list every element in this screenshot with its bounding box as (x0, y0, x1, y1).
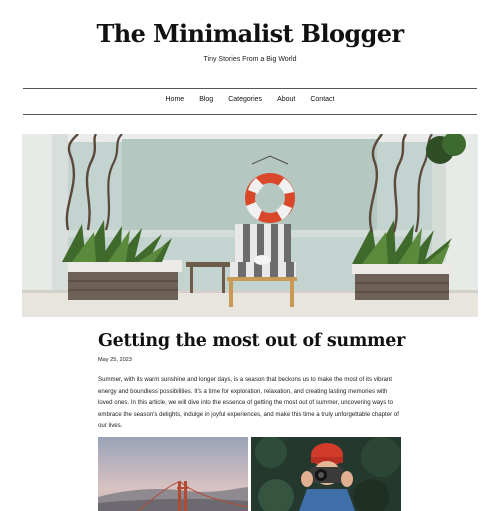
post-title[interactable]: Getting the most out of summer (98, 331, 405, 351)
gallery-photo-camera[interactable] (251, 437, 401, 511)
hero-image[interactable] (22, 134, 478, 317)
patio-lounge-chair-lifebuoy-photo (22, 134, 478, 317)
gallery-photo-bridge[interactable] (98, 437, 248, 511)
nav-bottom-rule (23, 114, 477, 115)
nav-item-home[interactable]: Home (166, 96, 185, 103)
nav-item-categories[interactable]: Categories (228, 96, 262, 103)
woman-with-camera-photo (251, 437, 401, 511)
nav-item-contact[interactable]: Contact (310, 96, 334, 103)
nav-item-about[interactable]: About (277, 96, 295, 103)
nav-item-blog[interactable]: Blog (199, 96, 213, 103)
post-date: May 25, 2023 (98, 357, 132, 363)
nav-top-rule (23, 88, 477, 89)
main-nav: Home Blog Categories About Contact (0, 96, 500, 103)
site-title[interactable]: The Minimalist Blogger (0, 19, 500, 48)
post-excerpt: Summer, with its warm sunshine and longe… (98, 376, 399, 430)
golden-gate-bridge-photo (98, 437, 248, 511)
site-tagline: Tiny Stories From a Big World (203, 56, 297, 63)
